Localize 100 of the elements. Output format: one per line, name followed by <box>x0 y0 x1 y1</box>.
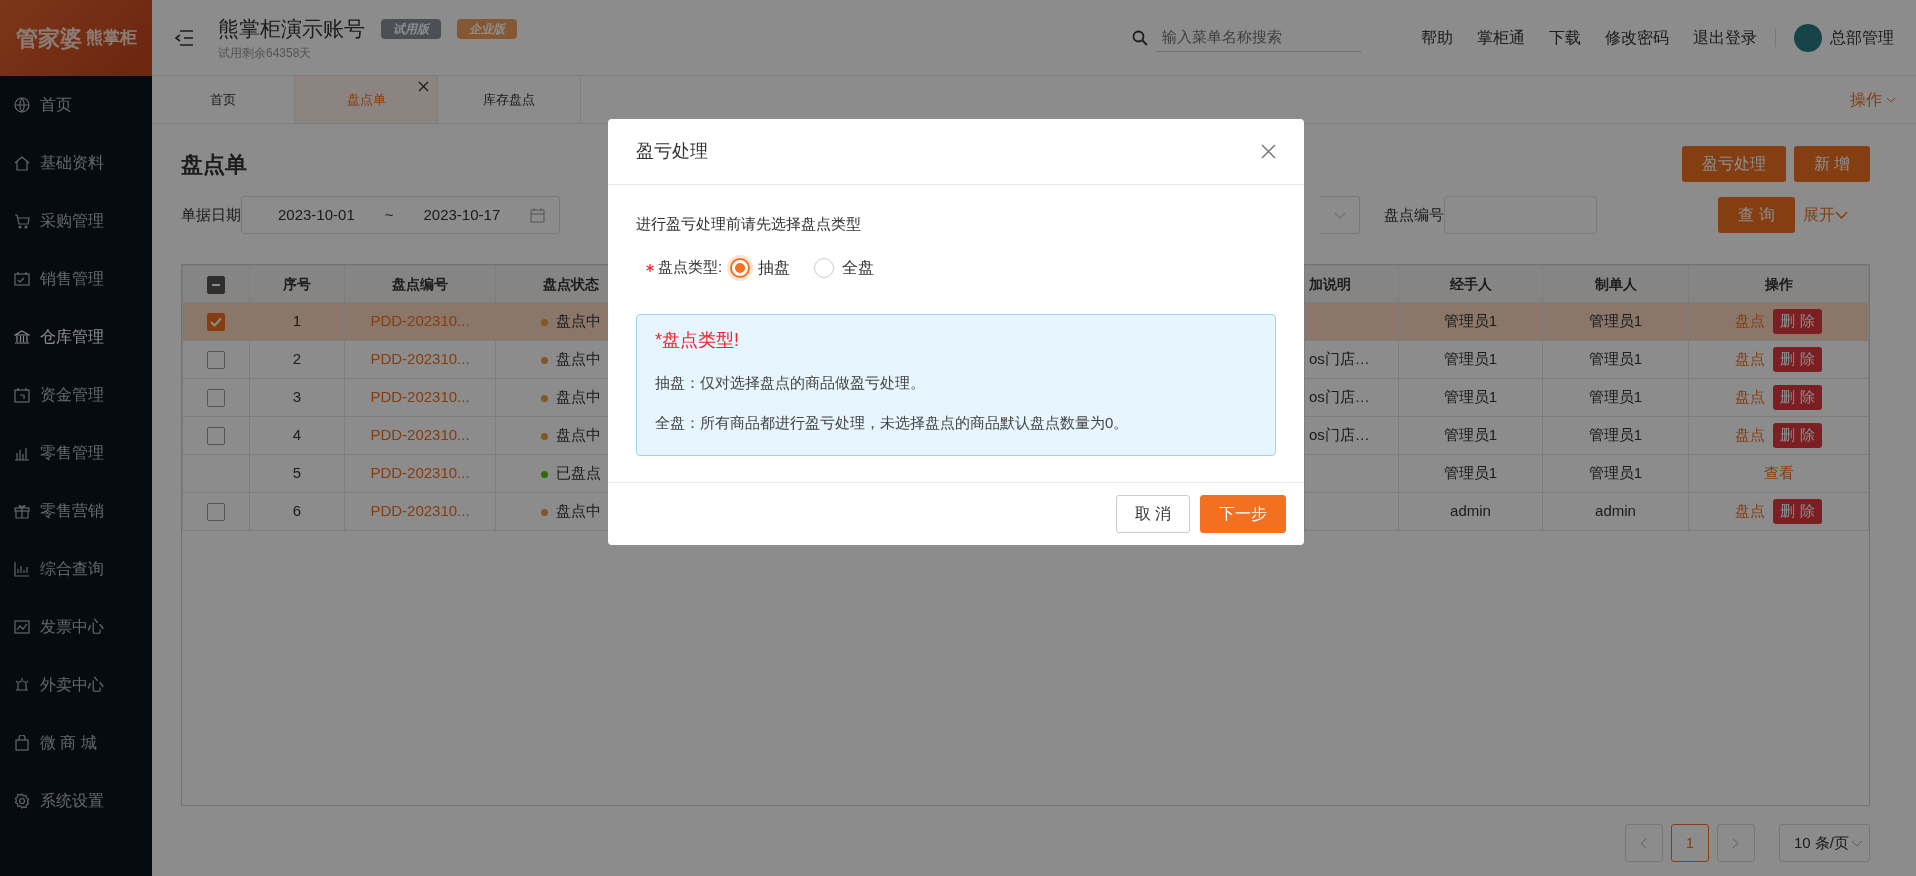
logo-brand: 管家婆 <box>15 24 82 53</box>
delete-button[interactable]: 删 除 <box>1773 347 1822 372</box>
bag-icon <box>14 735 30 751</box>
column-header: 序号 <box>249 265 345 303</box>
expand-link[interactable]: 展开 <box>1802 203 1848 227</box>
previous-page-button[interactable] <box>1624 824 1663 862</box>
table-cell: 管理员1 <box>1398 340 1543 379</box>
sidebar-item[interactable]: 系统设置 <box>0 772 152 830</box>
status-text: 已盘点 <box>555 464 601 482</box>
select-all-checkbox[interactable] <box>207 275 225 294</box>
radio-option[interactable]: 全盘 <box>814 255 875 280</box>
table-cell: 管理员1 <box>1542 416 1689 455</box>
action-link[interactable]: 盘点 <box>1735 426 1766 444</box>
user-name[interactable]: 总部管理 <box>1830 25 1894 50</box>
date-label: 单据日期 <box>181 204 241 225</box>
column-header: 加说明 <box>1304 265 1399 303</box>
sidebar-item[interactable]: 外卖中心 <box>0 656 152 714</box>
action-link[interactable]: 盘点 <box>1735 388 1766 406</box>
header-link[interactable]: 帮助 <box>1421 25 1453 50</box>
table-cell: 管理员1 <box>1398 416 1543 455</box>
column-header: 制单人 <box>1542 265 1689 303</box>
action-link[interactable]: 查看 <box>1763 464 1794 482</box>
page-size-select[interactable]: 10 条/页 <box>1778 824 1870 862</box>
table-cell: 管理员1 <box>1542 302 1689 341</box>
sidebar-item[interactable]: 采购管理 <box>0 192 152 250</box>
status-text: 盘点中 <box>555 426 601 444</box>
search-icon <box>1132 29 1148 46</box>
header-link[interactable]: 退出登录 <box>1693 25 1757 50</box>
action-button[interactable]: 新 增 <box>1793 146 1870 182</box>
chevron-right-icon <box>1732 837 1740 849</box>
sidebar-item[interactable]: 零售营销 <box>0 482 152 540</box>
gift-icon <box>14 503 30 519</box>
calendar-icon <box>14 387 30 403</box>
row-checkbox[interactable] <box>207 389 225 408</box>
table-cell: 管理员1 <box>1542 378 1689 417</box>
bar-chart-icon <box>14 445 30 461</box>
select-field[interactable] <box>1320 196 1361 234</box>
row-checkbox[interactable] <box>207 351 225 370</box>
status-text: 盘点中 <box>555 388 601 406</box>
sidebar-item[interactable]: 资金管理 <box>0 366 152 424</box>
delete-button[interactable]: 删 除 <box>1773 309 1822 334</box>
table-cell: 管理员1 <box>1398 454 1543 493</box>
row-checkbox[interactable] <box>207 427 225 446</box>
delete-button[interactable]: 删 除 <box>1773 385 1822 410</box>
query-button[interactable]: 查 询 <box>1718 197 1795 233</box>
radio-option[interactable]: 抽盘 <box>730 255 791 280</box>
sidebar-item[interactable]: 综合查询 <box>0 540 152 598</box>
action-link[interactable]: 盘点 <box>1735 502 1766 520</box>
dialog-prompt: 进行盈亏处理前请先选择盘点类型 <box>636 214 862 234</box>
menu-toggle-icon[interactable] <box>174 28 194 47</box>
calendar-icon <box>530 207 546 223</box>
operations-menu[interactable]: 操作 <box>1850 76 1916 123</box>
sidebar-item[interactable]: 仓库管理 <box>0 308 152 366</box>
row-checkbox[interactable] <box>207 313 225 332</box>
sidebar-item[interactable]: 基础资料 <box>0 134 152 192</box>
action-button[interactable]: 盈亏处理 <box>1681 146 1786 182</box>
cancel-button[interactable]: 取 消 <box>1115 494 1190 533</box>
close-icon[interactable] <box>418 81 429 93</box>
code-label: 盘点编号 <box>1384 204 1445 225</box>
line-chart-icon <box>14 619 30 635</box>
action-link[interactable]: 盘点 <box>1735 350 1766 368</box>
minus-icon <box>212 283 220 286</box>
notice-title: *盘点类型! <box>655 328 740 352</box>
note-text: os门店… <box>1309 388 1370 406</box>
next-page-button[interactable] <box>1716 824 1755 862</box>
globe-icon <box>14 97 30 113</box>
sidebar-item[interactable]: 发票中心 <box>0 598 152 656</box>
note-text: os门店… <box>1309 426 1370 444</box>
row-checkbox[interactable] <box>207 503 225 522</box>
table-cell: 管理员1 <box>1542 340 1689 379</box>
chevron-left-icon <box>1640 837 1648 849</box>
page-button[interactable]: 1 <box>1670 824 1709 862</box>
date-range-field[interactable]: 2023-10-01 ~ 2023-10-17 <box>241 196 561 234</box>
header-link[interactable]: 修改密码 <box>1605 25 1669 50</box>
next-step-button[interactable]: 下一步 <box>1200 494 1286 533</box>
account-title: 熊掌柜演示账号 <box>218 15 365 42</box>
header-link[interactable]: 掌柜通 <box>1477 25 1525 50</box>
action-link[interactable]: 盘点 <box>1735 312 1766 330</box>
chevron-down-icon <box>1333 211 1346 219</box>
bank-icon <box>14 329 30 345</box>
delete-button[interactable]: 删 除 <box>1773 499 1822 524</box>
column-header: 经手人 <box>1398 265 1543 303</box>
table-cell: 2 <box>249 340 345 379</box>
table-cell: admin <box>1398 492 1543 531</box>
sidebar-item[interactable]: 微 商 城 <box>0 714 152 772</box>
user-avatar[interactable] <box>1794 23 1822 52</box>
bar-chart-icon <box>14 561 30 577</box>
table-cell: 1 <box>249 302 345 341</box>
page-title: 盘点单 <box>181 150 247 179</box>
page-tab[interactable]: 盘点单 <box>295 76 438 123</box>
sidebar-item[interactable]: 销售管理 <box>0 250 152 308</box>
edition-badge: 企业版 <box>457 18 517 39</box>
chevron-down-icon <box>1886 96 1896 103</box>
calendar-icon <box>14 271 30 287</box>
sidebar-item[interactable]: 首页 <box>0 76 152 134</box>
header-link[interactable]: 下载 <box>1549 25 1581 50</box>
close-icon[interactable] <box>1261 144 1276 159</box>
sidebar-item[interactable]: 零售管理 <box>0 424 152 482</box>
notice-text: 抽盘：仅对选择盘点的商品做盈亏处理。 <box>655 372 926 393</box>
delete-button[interactable]: 删 除 <box>1773 423 1822 448</box>
